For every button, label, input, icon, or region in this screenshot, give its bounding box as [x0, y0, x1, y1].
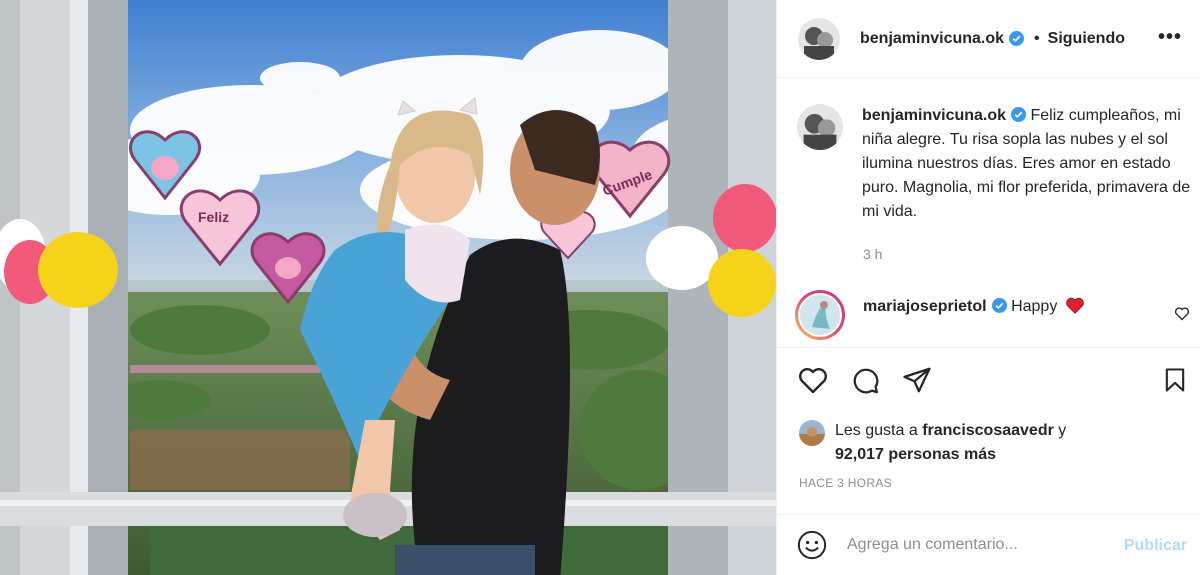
- commenter-username[interactable]: mariajoseprietol: [863, 298, 987, 315]
- red-heart-emoji-icon: [1065, 297, 1084, 314]
- following-button[interactable]: Siguiendo: [1048, 30, 1125, 48]
- verified-badge-icon: [1009, 31, 1025, 46]
- comment-item: mariajoseprietol Happy: [795, 290, 1195, 340]
- likes-count[interactable]: 92,017 personas más: [835, 446, 996, 463]
- sign-feliz: Feliz: [198, 209, 229, 225]
- smiley-icon[interactable]: [797, 530, 827, 560]
- more-options-icon[interactable]: •••: [1158, 26, 1182, 49]
- comment-text-block: mariajoseprietol Happy: [863, 296, 1085, 318]
- caption-text-block: benjaminvicuna.ok Feliz cumpleaños, mi n…: [862, 104, 1196, 224]
- photo-scene: Feliz Cumple: [0, 0, 776, 575]
- caption: benjaminvicuna.ok Feliz cumpleaños, mi n…: [797, 104, 1197, 224]
- likes-summary: Les gusta a franciscosaavedr y 92,017 pe…: [799, 420, 1189, 467]
- commenter-avatar[interactable]: [795, 290, 845, 340]
- verified-badge-icon: [991, 298, 1007, 313]
- publish-button[interactable]: Publicar: [1124, 537, 1187, 555]
- post-sidebar: benjaminvicuna.ok • Siguiendo ••• benjam…: [776, 0, 1200, 575]
- divider: [777, 347, 1200, 348]
- heart-icon[interactable]: [797, 365, 829, 395]
- comment-box: Publicar: [777, 515, 1200, 575]
- caption-avatar[interactable]: [797, 104, 843, 150]
- caption-time[interactable]: 3 h: [863, 246, 882, 262]
- separator-dot: •: [1034, 29, 1040, 47]
- liker-username[interactable]: franciscosaavedr: [922, 422, 1054, 439]
- caption-username[interactable]: benjaminvicuna.ok: [862, 107, 1006, 124]
- post-timestamp[interactable]: HACE 3 HORAS: [799, 476, 892, 490]
- bookmark-icon[interactable]: [1161, 365, 1189, 395]
- comment-text: Happy: [1011, 298, 1058, 315]
- action-bar: [797, 365, 1197, 399]
- speech-bubble-icon[interactable]: [849, 365, 881, 395]
- post-header: benjaminvicuna.ok • Siguiendo: [777, 0, 1200, 78]
- like-comment-heart-icon[interactable]: [1174, 306, 1190, 321]
- liker-avatar[interactable]: [799, 420, 825, 446]
- author-avatar[interactable]: [798, 17, 840, 60]
- author-username[interactable]: benjaminvicuna.ok: [860, 30, 1004, 48]
- post-photo[interactable]: Feliz Cumple: [0, 0, 776, 575]
- comment-input[interactable]: [847, 536, 1107, 554]
- likes-conjunction: y: [1058, 422, 1067, 439]
- verified-badge-icon: [1011, 107, 1027, 122]
- paper-plane-icon[interactable]: [901, 365, 933, 395]
- likes-prefix: Les gusta a: [835, 422, 918, 439]
- likes-text: Les gusta a franciscosaavedr y 92,017 pe…: [835, 419, 1066, 467]
